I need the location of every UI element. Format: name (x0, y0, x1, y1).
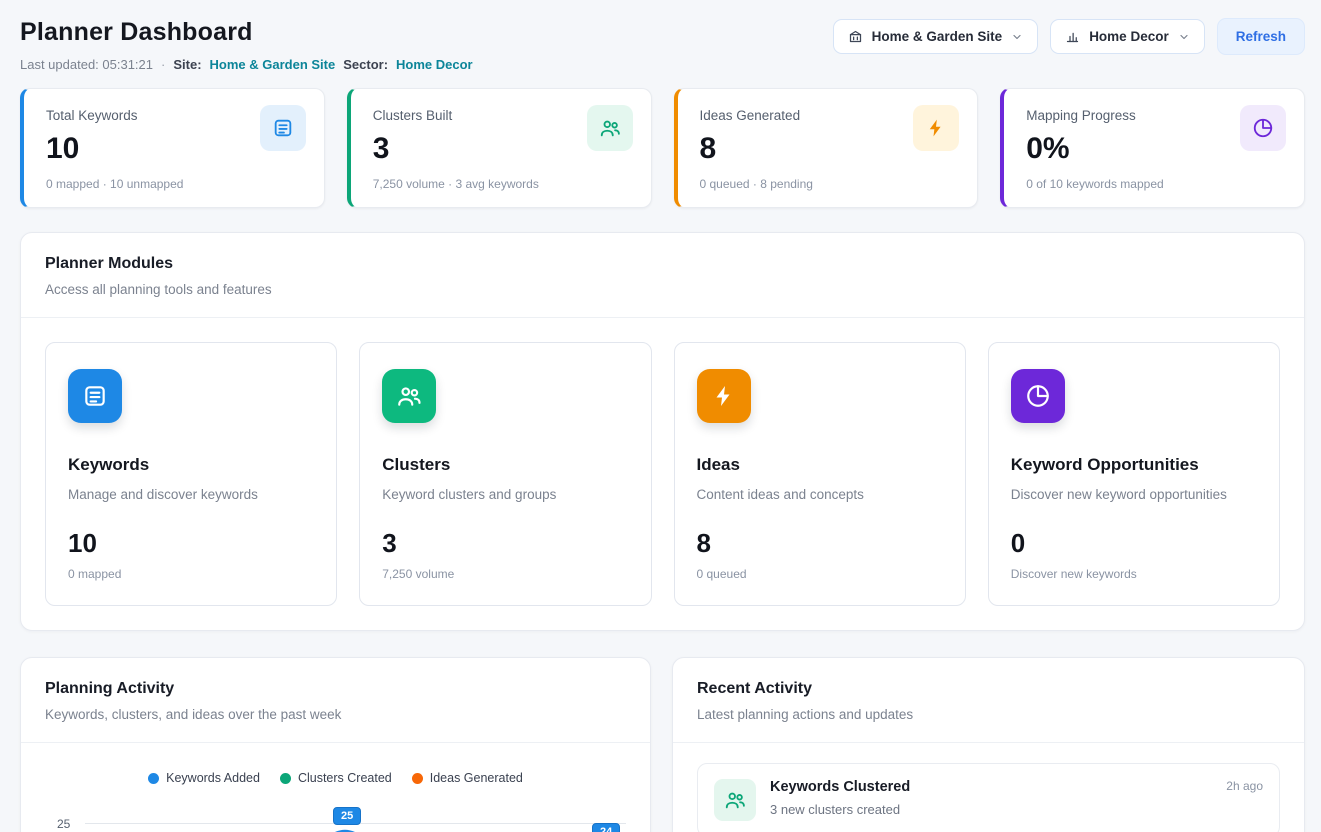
sector-link[interactable]: Home Decor (396, 57, 473, 72)
page-meta: Last updated: 05:31:21 · Site: Home & Ga… (20, 57, 473, 72)
planner-modules-header: Planner Modules Access all planning tool… (21, 233, 1304, 317)
lightning-icon (913, 105, 959, 151)
stat-detail: 0 queued · 8 pending (700, 177, 958, 191)
users-icon (714, 779, 756, 821)
section-title: Planner Modules (45, 255, 1280, 273)
planner-modules-panel: Planner Modules Access all planning tool… (20, 232, 1305, 631)
legend-dot (412, 773, 423, 784)
module-title: Clusters (382, 455, 628, 475)
activity-text: Keywords Clustered 3 new clusters create… (770, 779, 1212, 821)
pie-chart-icon (1240, 105, 1286, 151)
module-value: 10 (68, 528, 314, 559)
planner-dashboard-page: Planner Dashboard Last updated: 05:31:21… (0, 0, 1321, 832)
last-updated-text: Last updated: 05:31:21 (20, 57, 153, 72)
sector-selector-value: Home Decor (1089, 29, 1169, 44)
recent-activity-panel: Recent Activity Latest planning actions … (672, 657, 1305, 832)
legend-item-keywords-added: Keywords Added (148, 771, 260, 785)
stat-card-mapping-progress: Mapping Progress 0% 0 of 10 keywords map… (1000, 88, 1305, 208)
stat-detail: 0 of 10 keywords mapped (1026, 177, 1284, 191)
module-caption: Discover new keywords (1011, 567, 1257, 581)
module-card-ideas[interactable]: Ideas Content ideas and concepts 8 0 que… (674, 342, 966, 606)
planning-activity-header: Planning Activity Keywords, clusters, an… (21, 658, 650, 742)
section-subtitle: Keywords, clusters, and ideas over the p… (45, 707, 626, 722)
legend-label: Clusters Created (298, 771, 392, 785)
site-label: Site: (173, 57, 201, 72)
legend-item-clusters-created: Clusters Created (280, 771, 392, 785)
point-label-25: 25 (333, 807, 361, 825)
section-subtitle: Latest planning actions and updates (697, 707, 1280, 722)
modules-grid: Keywords Manage and discover keywords 10… (21, 318, 1304, 630)
module-value: 0 (1011, 528, 1257, 559)
legend-label: Ideas Generated (430, 771, 523, 785)
planning-activity-panel: Planning Activity Keywords, clusters, an… (20, 657, 651, 832)
page-title: Planner Dashboard (20, 18, 473, 47)
module-caption: 0 mapped (68, 567, 314, 581)
module-card-keywords[interactable]: Keywords Manage and discover keywords 10… (45, 342, 337, 606)
chart-legend: Keywords Added Clusters Created Ideas Ge… (45, 771, 626, 785)
module-title: Ideas (697, 455, 943, 475)
recent-activity-header: Recent Activity Latest planning actions … (673, 658, 1304, 742)
module-description: Content ideas and concepts (697, 487, 943, 502)
pie-chart-icon (1011, 369, 1065, 423)
legend-dot (148, 773, 159, 784)
sector-label: Sector: (343, 57, 388, 72)
legend-label: Keywords Added (166, 771, 260, 785)
lightning-icon (697, 369, 751, 423)
activity-title: Keywords Clustered (770, 779, 1212, 795)
stat-detail: 0 mapped · 10 unmapped (46, 177, 304, 191)
module-card-keyword-opportunities[interactable]: Keyword Opportunities Discover new keywo… (988, 342, 1280, 606)
module-title: Keywords (68, 455, 314, 475)
module-description: Keyword clusters and groups (382, 487, 628, 502)
site-link[interactable]: Home & Garden Site (210, 57, 336, 72)
module-value: 3 (382, 528, 628, 559)
stat-card-clusters-built: Clusters Built 3 7,250 volume · 3 avg ke… (347, 88, 652, 208)
legend-dot (280, 773, 291, 784)
stat-detail: 7,250 volume · 3 avg keywords (373, 177, 631, 191)
module-description: Discover new keyword opportunities (1011, 487, 1257, 502)
header-controls: Home & Garden Site Home Decor Refresh (833, 18, 1305, 55)
refresh-button[interactable]: Refresh (1217, 18, 1305, 55)
module-title: Keyword Opportunities (1011, 455, 1257, 475)
section-subtitle: Access all planning tools and features (45, 282, 1280, 297)
chevron-down-icon (1178, 31, 1190, 43)
sector-selector-dropdown[interactable]: Home Decor (1050, 19, 1205, 54)
activity-item-keywords-clustered[interactable]: Keywords Clustered 3 new clusters create… (697, 763, 1280, 832)
meta-separator: · (161, 57, 165, 72)
section-title: Planning Activity (45, 680, 626, 698)
document-icon (68, 369, 122, 423)
chart-plot-area: 25 25 24 (45, 803, 626, 832)
stat-card-total-keywords: Total Keywords 10 0 mapped · 10 unmapped (20, 88, 325, 208)
document-icon (260, 105, 306, 151)
module-value: 8 (697, 528, 943, 559)
legend-item-ideas-generated: Ideas Generated (412, 771, 523, 785)
users-icon (382, 369, 436, 423)
stat-card-ideas-generated: Ideas Generated 8 0 queued · 8 pending (674, 88, 979, 208)
point-label-24: 24 (592, 823, 620, 832)
module-caption: 7,250 volume (382, 567, 628, 581)
module-caption: 0 queued (697, 567, 943, 581)
users-icon (587, 105, 633, 151)
activity-description: 3 new clusters created (770, 802, 1212, 817)
chevron-down-icon (1011, 31, 1023, 43)
stats-row: Total Keywords 10 0 mapped · 10 unmapped… (20, 88, 1305, 208)
building-icon (848, 29, 863, 44)
recent-activity-list: Keywords Clustered 3 new clusters create… (673, 743, 1304, 832)
site-selector-dropdown[interactable]: Home & Garden Site (833, 19, 1039, 54)
section-title: Recent Activity (697, 680, 1280, 698)
module-card-clusters[interactable]: Clusters Keyword clusters and groups 3 7… (359, 342, 651, 606)
page-header: Planner Dashboard Last updated: 05:31:21… (20, 18, 1305, 72)
module-description: Manage and discover keywords (68, 487, 314, 502)
bottom-section: Planning Activity Keywords, clusters, an… (20, 631, 1305, 832)
activity-timestamp: 2h ago (1226, 779, 1263, 821)
page-header-left: Planner Dashboard Last updated: 05:31:21… (20, 18, 473, 72)
bar-chart-icon (1065, 29, 1080, 44)
site-selector-value: Home & Garden Site (872, 29, 1003, 44)
planning-activity-chart: Keywords Added Clusters Created Ideas Ge… (21, 743, 650, 832)
